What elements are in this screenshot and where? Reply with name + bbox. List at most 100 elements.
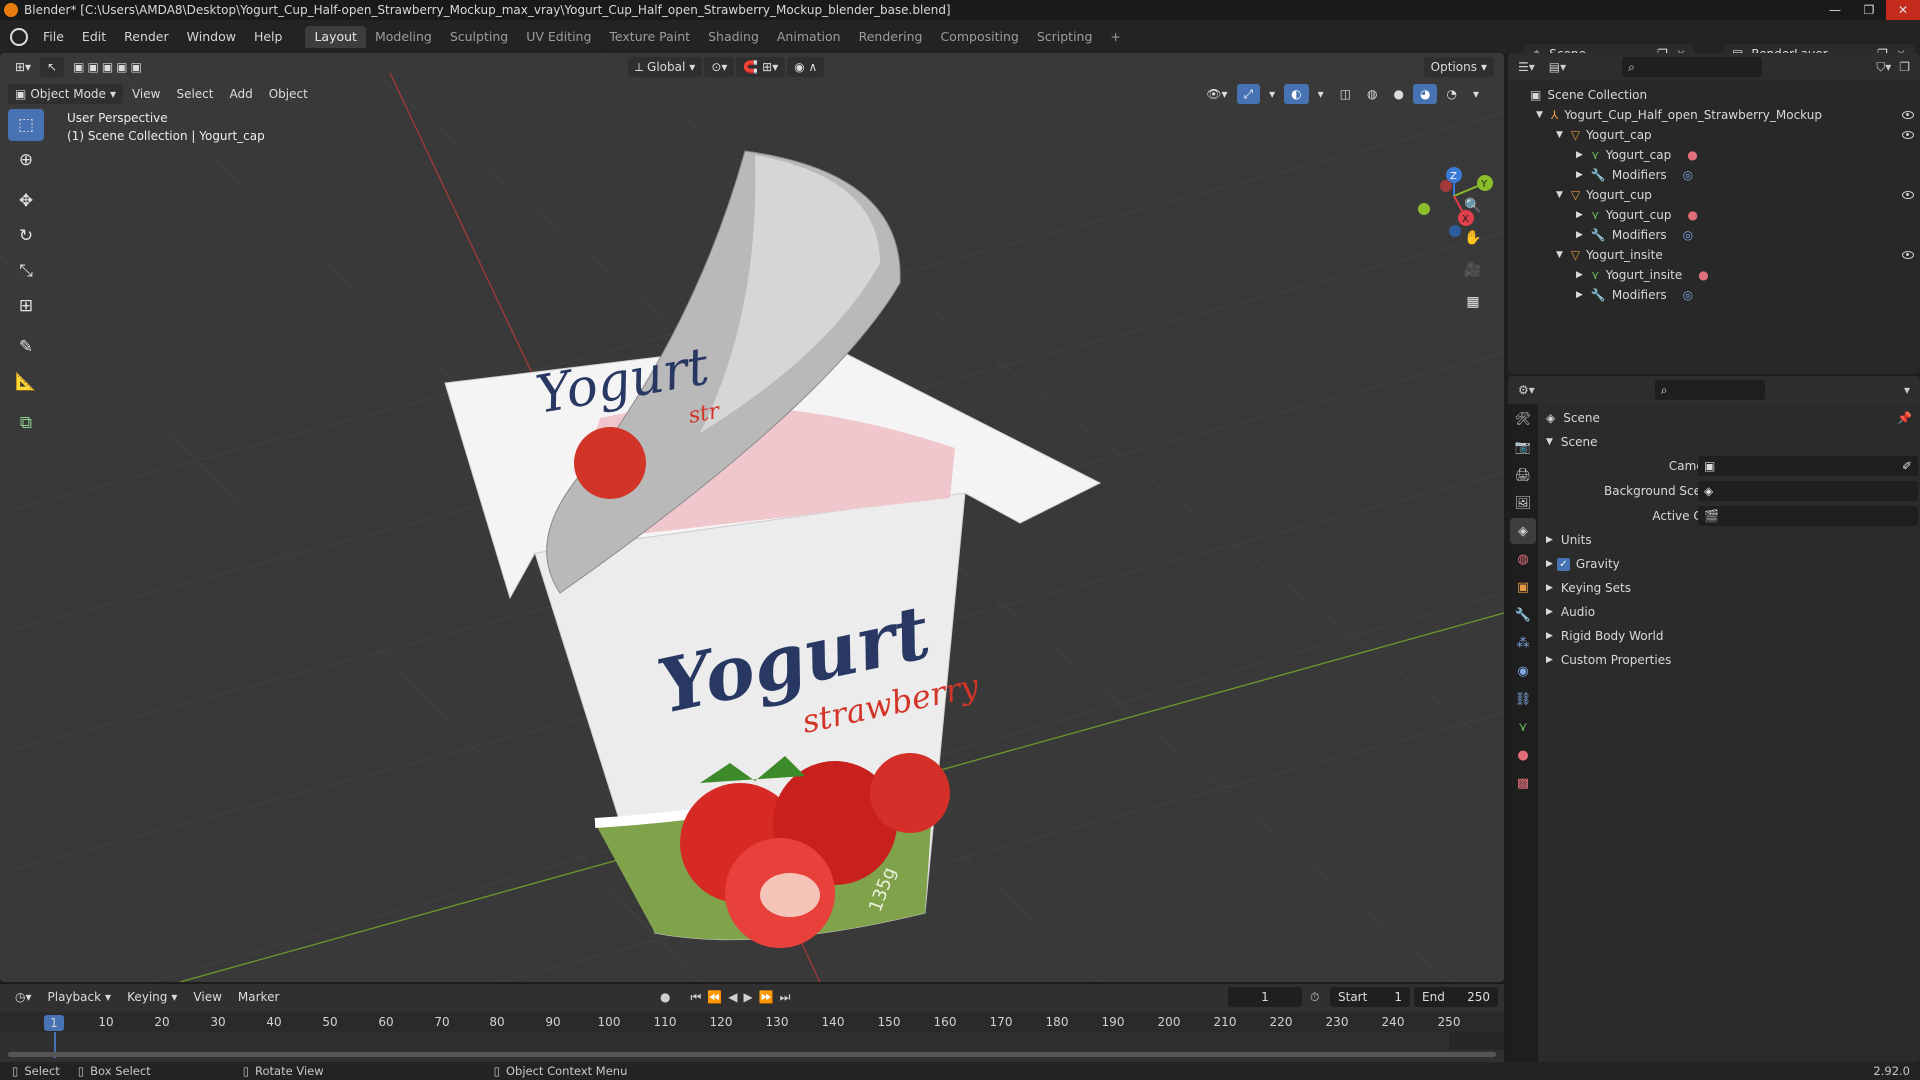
- outliner-row[interactable]: ▼ ▽ Yogurt_cup: [1556, 185, 1914, 205]
- properties-options-icon[interactable]: ▾: [1904, 383, 1910, 397]
- active-clip-field[interactable]: 🎬: [1698, 506, 1918, 526]
- minimize-button[interactable]: —: [1818, 0, 1852, 20]
- move-tool-icon[interactable]: ✥: [8, 185, 44, 217]
- select-mode-icons[interactable]: ▣▣▣▣▣: [66, 57, 152, 77]
- ortho-grid-icon[interactable]: ▦: [1460, 289, 1486, 315]
- expand-arrow-icon[interactable]: ▶: [1576, 210, 1583, 220]
- record-icon[interactable]: ●: [660, 990, 670, 1004]
- output-tab-icon[interactable]: 🖨: [1510, 462, 1536, 488]
- timeline-view-menu[interactable]: View: [186, 987, 228, 1007]
- marker-menu[interactable]: Marker: [231, 987, 286, 1007]
- eyedropper-icon[interactable]: ✐: [1902, 459, 1912, 473]
- custom-properties-panel-header[interactable]: ▶ Custom Properties: [1546, 650, 1671, 670]
- panel-collapse-icon[interactable]: ▶: [1546, 607, 1553, 617]
- eye-icon[interactable]: [1902, 131, 1914, 139]
- eye-icon[interactable]: [1902, 191, 1914, 199]
- background-scene-field[interactable]: ◈: [1698, 481, 1918, 501]
- playback-menu[interactable]: Playback ▾: [41, 987, 119, 1007]
- panel-collapse-icon[interactable]: ▶: [1546, 583, 1553, 593]
- constraints-tab-icon[interactable]: ⛓: [1510, 686, 1536, 712]
- panel-collapse-icon[interactable]: ▶: [1546, 655, 1553, 665]
- panel-collapse-icon[interactable]: ▶: [1546, 559, 1553, 569]
- tab-modeling[interactable]: Modeling: [366, 26, 441, 48]
- viewport-canvas[interactable]: Yogurt str Yogurt strawberry 135g Z Y X: [0, 53, 1504, 982]
- menu-edit[interactable]: Edit: [73, 29, 115, 44]
- outliner-row[interactable]: ▶ 🔧 Modifiers ◎: [1576, 165, 1693, 185]
- 3d-viewport[interactable]: Yogurt str Yogurt strawberry 135g Z Y X …: [0, 53, 1504, 982]
- expand-arrow-icon[interactable]: ▼: [1556, 130, 1563, 140]
- modifier-icon[interactable]: ◎: [1683, 168, 1693, 182]
- editor-type-icon[interactable]: ⊞▾: [8, 57, 38, 77]
- prev-keyframe-icon[interactable]: ⏪: [707, 990, 722, 1004]
- rotate-tool-icon[interactable]: ↻: [8, 220, 44, 252]
- measure-tool-icon[interactable]: 📐: [8, 366, 44, 398]
- outliner-row[interactable]: ▼ ▽ Yogurt_insite: [1556, 245, 1914, 265]
- scene-tab-icon[interactable]: ◈: [1510, 518, 1536, 544]
- camera-field[interactable]: ▣ ✐: [1698, 456, 1918, 476]
- modifier-icon[interactable]: ◎: [1683, 228, 1693, 242]
- start-frame-field[interactable]: Start 1: [1330, 987, 1410, 1007]
- shading-dropdown-icon[interactable]: ▾: [1466, 84, 1486, 104]
- tab-scripting[interactable]: Scripting: [1028, 26, 1102, 48]
- audio-panel-header[interactable]: ▶ Audio: [1546, 602, 1595, 622]
- expand-arrow-icon[interactable]: ▼: [1536, 110, 1543, 120]
- solid-shading-icon[interactable]: ●: [1387, 84, 1411, 104]
- overlay-toggle-icon[interactable]: ◐: [1284, 84, 1309, 104]
- expand-arrow-icon[interactable]: ▼: [1556, 190, 1563, 200]
- view-layer-tab-icon[interactable]: 🖼: [1510, 490, 1536, 516]
- annotate-tool-icon[interactable]: ✎: [8, 331, 44, 363]
- keying-sets-panel-header[interactable]: ▶ Keying Sets: [1546, 578, 1631, 598]
- expand-arrow-icon[interactable]: ▶: [1576, 150, 1583, 160]
- gravity-panel-header[interactable]: ▶ ✓ Gravity: [1546, 554, 1620, 574]
- render-tab-icon[interactable]: 📷: [1510, 434, 1536, 460]
- next-keyframe-icon[interactable]: ⏩: [759, 990, 774, 1004]
- panel-expand-icon[interactable]: ▼: [1546, 437, 1553, 447]
- gizmo-toggle-icon[interactable]: ⤢: [1236, 84, 1261, 104]
- outliner-row[interactable]: ▶ ⋎ Yogurt_cup ●: [1576, 205, 1698, 225]
- pivot-point-dropdown[interactable]: ⊙▾: [704, 57, 735, 77]
- pin-icon[interactable]: 📌: [1897, 411, 1912, 425]
- xray-toggle-icon[interactable]: ◫: [1333, 84, 1358, 104]
- jump-start-icon[interactable]: ⏮: [690, 990, 701, 1005]
- preview-range-icon[interactable]: ⏱: [1310, 990, 1319, 1005]
- eye-icon[interactable]: [1902, 111, 1914, 119]
- menu-view[interactable]: View: [125, 84, 167, 104]
- outliner-row[interactable]: ▼ ▽ Yogurt_cap: [1556, 125, 1914, 145]
- units-panel-header[interactable]: ▶ Units: [1546, 530, 1592, 550]
- gizmo-dropdown-icon[interactable]: ▾: [1262, 84, 1282, 104]
- tab-shading[interactable]: Shading: [699, 26, 768, 48]
- material-icon[interactable]: ●: [1687, 208, 1697, 222]
- menu-object[interactable]: Object: [262, 84, 315, 104]
- rendered-shading-icon[interactable]: ◔: [1439, 84, 1463, 104]
- close-button[interactable]: ✕: [1886, 0, 1920, 20]
- transform-tool-icon[interactable]: ⊞: [8, 290, 44, 322]
- tab-layout[interactable]: Layout: [305, 25, 366, 48]
- outliner-row[interactable]: ▼ ⅄ Yogurt_Cup_Half_open_Strawberry_Mock…: [1536, 105, 1914, 125]
- outliner-row[interactable]: ▶ 🔧 Modifiers ◎: [1576, 285, 1693, 305]
- expand-arrow-icon[interactable]: ▶: [1576, 170, 1583, 180]
- pan-hand-icon[interactable]: ✋: [1460, 225, 1486, 251]
- menu-help[interactable]: Help: [245, 29, 292, 44]
- select-box-tool-icon[interactable]: ⬚: [8, 109, 44, 141]
- outliner-row[interactable]: ▶ ⋎ Yogurt_cap ●: [1576, 145, 1698, 165]
- visibility-icon[interactable]: 👁▾: [1199, 84, 1234, 104]
- scale-tool-icon[interactable]: ⤡: [8, 255, 44, 287]
- material-shading-icon[interactable]: ◕: [1413, 84, 1438, 104]
- tab-compositing[interactable]: Compositing: [931, 26, 1027, 48]
- menu-file[interactable]: File: [34, 29, 73, 44]
- modifier-icon[interactable]: ◎: [1683, 288, 1693, 302]
- add-cube-tool-icon[interactable]: ⧉: [8, 407, 44, 439]
- material-icon[interactable]: ●: [1698, 268, 1708, 282]
- play-icon[interactable]: ▶: [743, 990, 752, 1004]
- tool-tab-icon[interactable]: 🛠: [1510, 406, 1536, 432]
- add-workspace-button[interactable]: +: [1101, 26, 1129, 48]
- particles-tab-icon[interactable]: ⁂: [1510, 630, 1536, 656]
- zoom-icon[interactable]: 🔍: [1460, 193, 1486, 219]
- snap-toggle[interactable]: 🧲 ⊞▾: [736, 57, 786, 77]
- expand-arrow-icon[interactable]: ▶: [1576, 290, 1583, 300]
- material-icon[interactable]: ●: [1687, 148, 1697, 162]
- properties-search-input[interactable]: ⌕: [1654, 380, 1765, 400]
- gravity-checkbox[interactable]: ✓: [1556, 557, 1570, 571]
- new-collection-icon[interactable]: ❐: [1899, 60, 1910, 74]
- outliner-row[interactable]: ▶ ⋎ Yogurt_insite ●: [1576, 265, 1709, 285]
